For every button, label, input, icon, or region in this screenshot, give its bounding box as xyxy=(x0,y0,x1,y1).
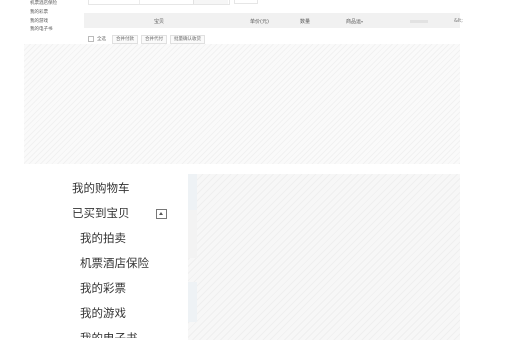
main-content-panel xyxy=(188,174,460,340)
cart-column-header: 宝贝 单价(元) 数量 商品运▾ &lt; xyxy=(84,13,463,28)
nav-my-cart[interactable]: 我的购物车 xyxy=(72,176,184,201)
top-sidebar-nav: 机票酒店保险 我的彩票 我的游戏 我的电子书 xyxy=(30,0,90,35)
search-button[interactable] xyxy=(193,0,228,4)
batch-confirm-button[interactable]: 批量确认收货 xyxy=(170,34,205,44)
side-nav: 我的购物车 已买到宝贝 我的拍卖 机票酒店保险 我的彩票 我的游戏 我的电子书 xyxy=(72,176,184,338)
column-blurred xyxy=(410,20,428,23)
column-end: &lt; xyxy=(454,18,463,24)
nav-travel-insurance[interactable]: 机票酒店保险 xyxy=(72,251,184,276)
nav-my-lottery[interactable]: 我的彩票 xyxy=(72,276,184,301)
top-nav-item-lottery[interactable]: 我的彩票 xyxy=(30,9,90,18)
panel-edge-middle xyxy=(188,210,197,258)
search-box[interactable] xyxy=(88,0,230,5)
nav-my-games[interactable]: 我的游戏 xyxy=(72,301,184,326)
nav-bought-items-label: 已买到宝贝 xyxy=(72,206,130,220)
top-nav-item-travel[interactable]: 机票酒店保险 xyxy=(30,0,90,9)
nav-my-auction[interactable]: 我的拍卖 xyxy=(72,226,184,251)
top-nav-item-games[interactable]: 我的游戏 xyxy=(30,18,90,27)
select-all-label: 全选 xyxy=(97,37,106,42)
top-nav-item-ebooks[interactable]: 我的电子书 xyxy=(30,26,90,35)
column-shipping-label: 商品运 xyxy=(346,19,362,25)
nav-bought-items[interactable]: 已买到宝贝 xyxy=(72,201,184,226)
search-divider xyxy=(139,0,140,4)
panel-edge-top xyxy=(188,174,197,210)
select-all-checkbox[interactable] xyxy=(88,36,94,42)
chevron-down-icon: ▾ xyxy=(361,19,364,24)
nav-my-ebooks[interactable]: 我的电子书 xyxy=(72,326,184,338)
order-list-area xyxy=(24,44,460,164)
column-unit-price: 单价(元) xyxy=(250,19,269,25)
column-quantity: 数量 xyxy=(300,19,311,25)
merge-proxy-pay-button[interactable]: 合并代付 xyxy=(141,34,167,44)
collapse-up-icon[interactable] xyxy=(156,209,167,219)
bulk-action-bar: 全选 合并付款 合并代付 批量确认收货 xyxy=(88,34,205,44)
merge-pay-button[interactable]: 合并付款 xyxy=(112,34,138,44)
filter-dropdown[interactable] xyxy=(234,0,258,4)
column-shipping[interactable]: 商品运▾ xyxy=(346,18,363,25)
panel-edge-bottom xyxy=(188,282,197,322)
column-item: 宝贝 xyxy=(154,19,165,25)
